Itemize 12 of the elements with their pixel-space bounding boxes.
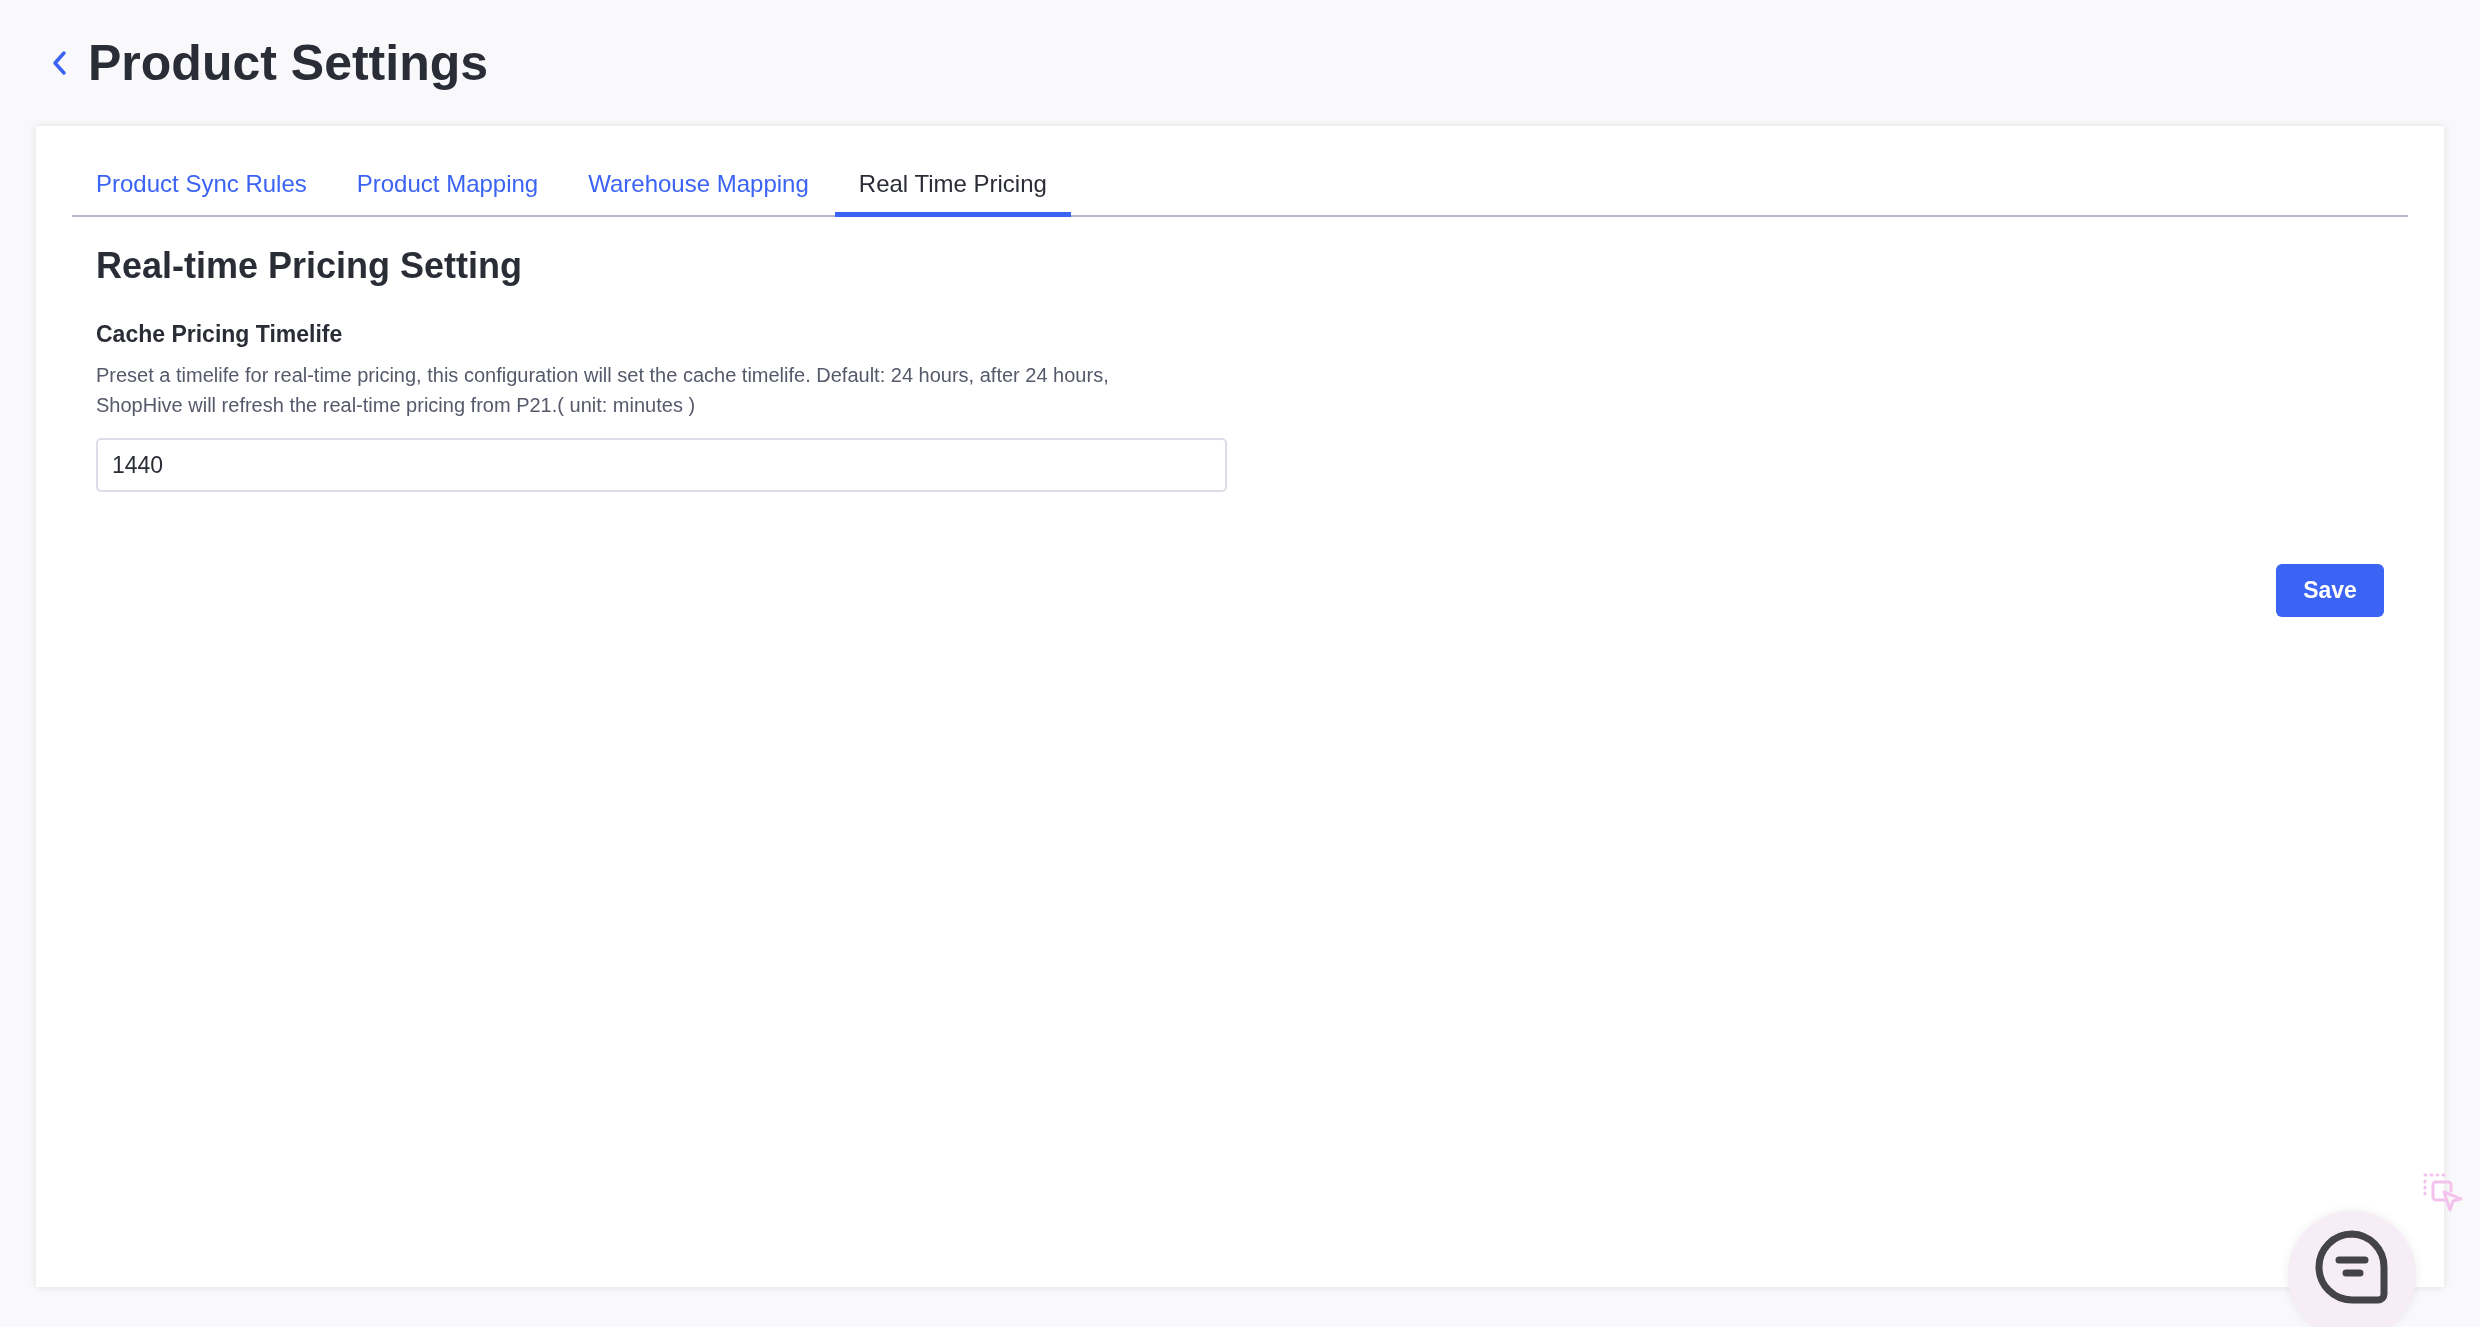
- tab[interactable]: Product Sync Rules: [84, 156, 331, 217]
- field-description: Preset a timelife for real-time pricing, this configuration will set the cache timelife. Default: 24 hours, after 24 hours, ShopHive will refresh the real-time pricing from P21.( unit: minutes ): [96, 363, 1110, 418]
- tab[interactable]: Real Time Pricing: [834, 156, 1071, 217]
- back-button[interactable]: [52, 50, 68, 76]
- chat-bubble-icon: [2314, 1229, 2390, 1305]
- field-label: Cache Pricing Timelife: [96, 321, 344, 348]
- section-title: Real-time Pricing Setting: [96, 245, 524, 287]
- tab[interactable]: Product Mapping: [332, 156, 563, 217]
- page-title: Product Settings: [88, 34, 489, 92]
- input-field[interactable]: 1440: [96, 438, 1227, 492]
- save-button[interactable]: Save: [2276, 564, 2384, 617]
- tab[interactable]: Warehouse Mapping: [564, 156, 833, 217]
